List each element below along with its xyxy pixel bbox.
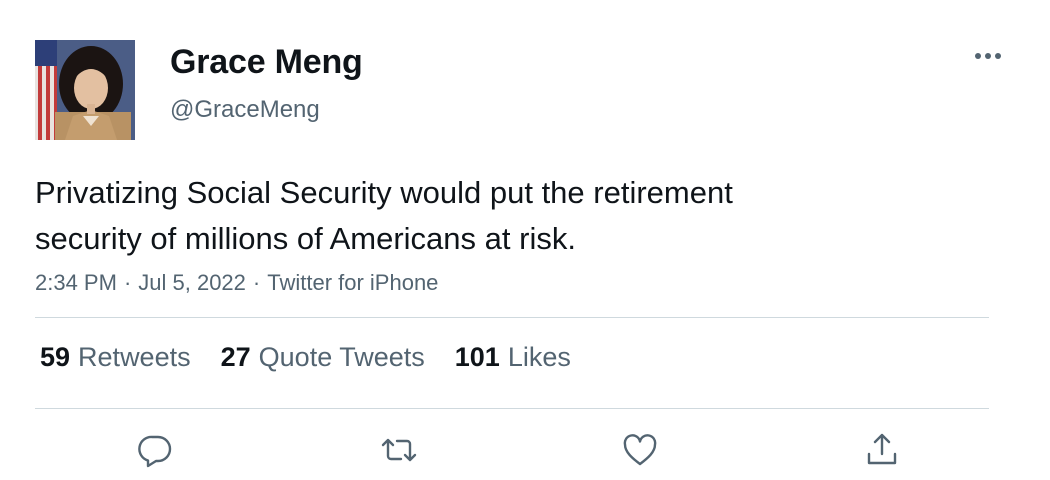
- likes-label: Likes: [507, 342, 571, 372]
- quote-tweets-label: Quote Tweets: [258, 342, 425, 372]
- tweet-date[interactable]: Jul 5, 2022: [138, 270, 246, 295]
- meta-separator: ·: [252, 270, 261, 295]
- tweet-card: Grace Meng @GraceMeng Privatizing Social…: [0, 0, 1050, 480]
- tweet-text-line: Privatizing Social Security would put th…: [35, 175, 733, 210]
- retweets-label: Retweets: [78, 342, 191, 372]
- reply-icon: [138, 435, 172, 468]
- avatar[interactable]: [35, 40, 135, 140]
- more-horizontal-icon[interactable]: [966, 44, 1010, 68]
- share-icon: [867, 433, 897, 465]
- retweet-button[interactable]: [379, 430, 419, 470]
- divider: [35, 317, 989, 318]
- tweet-source[interactable]: Twitter for iPhone: [267, 270, 438, 295]
- retweets-stat[interactable]: 59 Retweets: [40, 342, 191, 373]
- likes-count: 101: [454, 342, 500, 372]
- author-name[interactable]: Grace Meng: [170, 43, 363, 82]
- tweet-stats: 59 Retweets 27 Quote Tweets 101 Likes: [40, 342, 571, 373]
- retweet-icon: [381, 438, 417, 462]
- like-button[interactable]: [620, 430, 660, 470]
- tweet-text: Privatizing Social Security would put th…: [35, 170, 995, 262]
- quote-tweets-count: 27: [220, 342, 251, 372]
- action-bar: [0, 430, 1050, 470]
- quote-tweets-stat[interactable]: 27 Quote Tweets: [221, 342, 425, 373]
- author-handle[interactable]: @GraceMeng: [170, 96, 320, 124]
- share-button[interactable]: [862, 430, 902, 470]
- tweet-time[interactable]: 2:34 PM: [35, 270, 117, 295]
- tweet-meta: 2:34 PM · Jul 5, 2022 · Twitter for iPhone: [35, 270, 438, 296]
- tweet-text-line: security of millions of Americans at ris…: [35, 221, 576, 256]
- heart-icon: [623, 434, 657, 466]
- meta-separator: ·: [123, 270, 132, 295]
- avatar-image: [35, 40, 135, 140]
- likes-stat[interactable]: 101 Likes: [455, 342, 571, 373]
- retweets-count: 59: [40, 342, 71, 372]
- reply-button[interactable]: [135, 430, 175, 470]
- divider: [35, 408, 989, 409]
